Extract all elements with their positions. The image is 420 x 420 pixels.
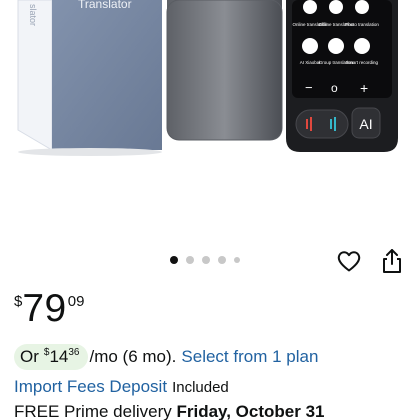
- price-fraction: 09: [67, 293, 85, 310]
- volume-plus-icon: +: [360, 80, 368, 96]
- select-plan-link[interactable]: Select from 1 plan: [181, 347, 318, 367]
- carousel-dots[interactable]: [170, 254, 240, 266]
- monthly-fraction: 36: [68, 347, 80, 358]
- product-box: Translator slator: [17, 0, 162, 156]
- delivery-date: Friday, October 31: [176, 402, 325, 420]
- talk-button: [295, 109, 349, 139]
- volume-dot-icon: o: [331, 81, 338, 95]
- wishlist-button[interactable]: [335, 247, 363, 275]
- share-button[interactable]: [378, 247, 406, 275]
- delivery-line: FREE Prime delivery Friday, October 31: [14, 402, 325, 420]
- heart-icon: [337, 251, 361, 272]
- product-image[interactable]: Translator slator Online translation Off…: [0, 0, 420, 248]
- svg-text:Smart recording: Smart recording: [346, 60, 379, 65]
- monthly-prefix: Or: [20, 347, 39, 366]
- svg-text:AI Xiaobai: AI Xiaobai: [300, 60, 321, 65]
- box-front-text: Translator: [78, 0, 132, 11]
- monthly-whole: 14: [49, 347, 69, 366]
- carousel-dot-3[interactable]: [202, 256, 210, 264]
- monthly-price-pill: Or $ 14 36: [14, 344, 88, 370]
- price: $ 79 09: [14, 288, 84, 330]
- share-icon: [383, 249, 401, 273]
- carousel-dot-5[interactable]: [234, 257, 240, 263]
- carousel-dot-4[interactable]: [218, 256, 226, 264]
- monthly-payment-line: Or $ 14 36 /mo (6 mo). Select from 1 pla…: [14, 344, 318, 370]
- box-side-text: slator: [28, 4, 38, 26]
- carousel-dot-1[interactable]: [170, 256, 178, 264]
- svg-text:Photo translation: Photo translation: [345, 22, 379, 27]
- price-currency-symbol: $: [14, 293, 23, 310]
- carousel-dot-2[interactable]: [186, 256, 194, 264]
- import-fees-status: Included: [172, 379, 229, 396]
- price-whole: 79: [22, 287, 67, 330]
- import-fees-link[interactable]: Import Fees Deposit: [14, 377, 167, 397]
- svg-text:AI: AI: [359, 116, 372, 132]
- device-back: [166, 0, 283, 141]
- import-fees-line: Import Fees Deposit Included: [14, 377, 229, 397]
- delivery-prefix: FREE Prime delivery: [14, 402, 177, 420]
- monthly-suffix: /mo (6 mo).: [89, 347, 177, 366]
- device-front: Online translation Offline translation P…: [286, 0, 398, 152]
- volume-minus-icon: −: [305, 80, 313, 95]
